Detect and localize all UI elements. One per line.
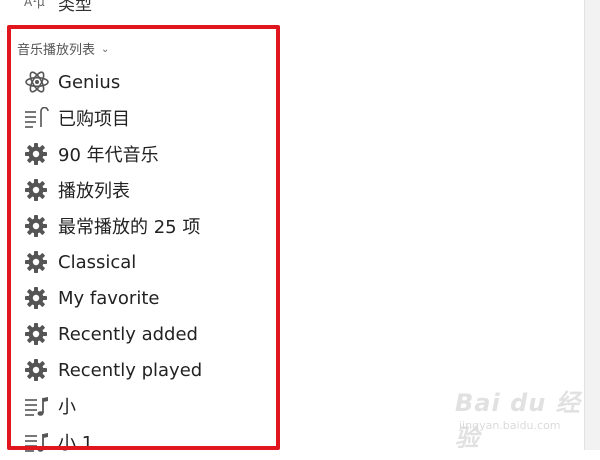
playlist-item-label: 小 — [58, 397, 76, 418]
smart-playlist-gear-icon — [24, 172, 58, 208]
playlist-item-my-favorite[interactable]: My favorite — [24, 280, 304, 316]
font-icon: A¹µ — [24, 0, 45, 9]
sidebar-item-genres[interactable]: A¹µ 类型 — [24, 0, 92, 15]
playlist-item-recently-played[interactable]: Recently played — [24, 352, 304, 388]
playlist-item-label: My favorite — [58, 287, 160, 309]
scrollbar[interactable] — [584, 0, 600, 450]
smart-playlist-gear-icon — [24, 352, 58, 388]
playlist-item-label: 已购项目 — [58, 109, 130, 130]
playlist-item-label: Recently played — [58, 359, 203, 381]
playlist-item-recently-added[interactable]: Recently added — [24, 316, 304, 352]
playlist-item-genius[interactable]: Genius — [24, 64, 304, 100]
playlist-item-label: Classical — [58, 251, 137, 273]
playlist-list: Genius 已购项目 90 年代音乐 播放列表 最常播放的 25 项 Clas… — [24, 64, 304, 460]
playlist-music-note-icon — [24, 424, 58, 460]
playlist-item-label: Recently added — [58, 323, 198, 345]
playlist-item-label: Genius — [58, 71, 121, 93]
smart-playlist-gear-icon — [24, 280, 58, 316]
music-sidebar: A¹µ 类型 音乐播放列表 ⌄ Genius 已购项目 90 年代音乐 播放列表… — [0, 0, 585, 454]
section-title: 音乐播放列表 — [17, 42, 96, 58]
playlist-item-playlist[interactable]: 播放列表 — [24, 172, 304, 208]
playlist-item-top-25[interactable]: 最常播放的 25 项 — [24, 208, 304, 244]
playlist-item-label: 播放列表 — [58, 181, 130, 202]
purchased-list-icon — [24, 100, 58, 136]
smart-playlist-gear-icon — [24, 316, 58, 352]
playlist-music-note-icon — [24, 388, 58, 424]
playlist-item-classical[interactable]: Classical — [24, 244, 304, 280]
genius-atom-icon — [24, 64, 58, 100]
playlist-item-90s-music[interactable]: 90 年代音乐 — [24, 136, 304, 172]
sidebar-item-label: 类型 — [58, 0, 92, 15]
playlist-item-xiao[interactable]: 小 — [24, 388, 304, 424]
smart-playlist-gear-icon — [24, 136, 58, 172]
smart-playlist-gear-icon — [24, 244, 58, 280]
smart-playlist-gear-icon — [24, 208, 58, 244]
playlist-item-purchased[interactable]: 已购项目 — [24, 100, 304, 136]
watermark-url: jingyan.baidu.com — [459, 419, 561, 432]
playlist-item-xiao-1[interactable]: 小 1 — [24, 424, 304, 460]
playlist-item-label: 90 年代音乐 — [58, 145, 159, 166]
chevron-down-icon: ⌄ — [101, 43, 110, 55]
baidu-watermark-logo: Bai du 经验 jingyan.baidu.com — [455, 383, 585, 452]
playlists-section-header[interactable]: 音乐播放列表 ⌄ — [17, 39, 110, 58]
playlist-item-label: 小 1 — [58, 433, 94, 454]
watermark-text: Bai du 经验 — [455, 389, 581, 452]
playlist-item-label: 最常播放的 25 项 — [58, 217, 201, 238]
